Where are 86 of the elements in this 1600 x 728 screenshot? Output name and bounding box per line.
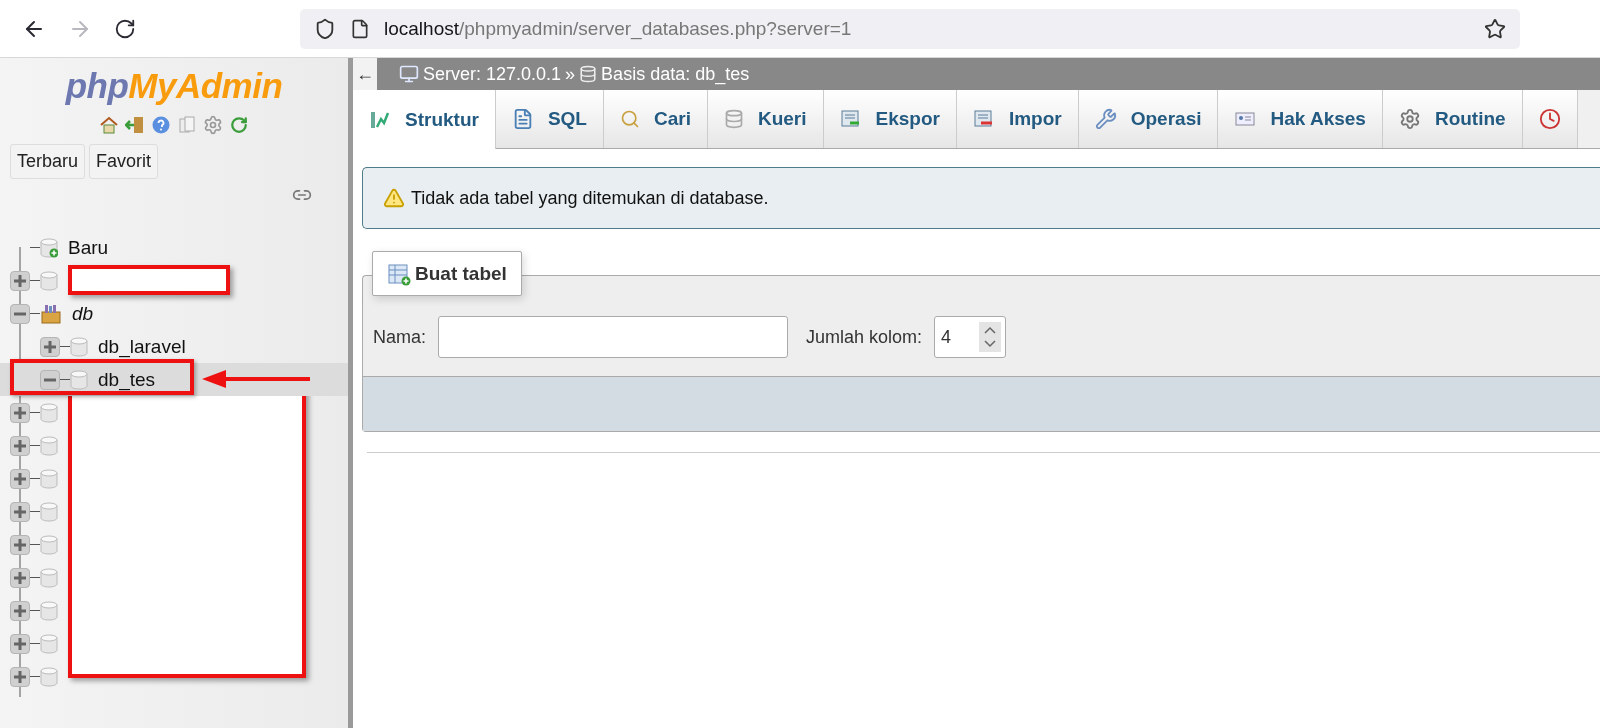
- plus-icon: [13, 636, 27, 651]
- sidebar-tab-button[interactable]: Favorit: [89, 144, 159, 179]
- database-icon: [40, 534, 58, 555]
- column-count-input[interactable]: 4: [934, 316, 1007, 358]
- table-add-icon: [387, 261, 411, 286]
- export-icon: [839, 108, 862, 130]
- page-icon: [350, 18, 370, 39]
- database-icon: [40, 501, 58, 522]
- tab[interactable]: Routine: [1382, 90, 1523, 148]
- search-icon: [619, 109, 640, 129]
- stepper-arrows-icon[interactable]: [979, 322, 1002, 352]
- clock-icon: [1538, 108, 1561, 130]
- database-name[interactable]: db_laravel: [98, 335, 186, 358]
- database-icon: [40, 600, 58, 621]
- plus-icon: [43, 339, 57, 354]
- plus-icon: [13, 504, 27, 519]
- database-name[interactable]: db: [72, 302, 94, 325]
- name-input[interactable]: [438, 316, 788, 358]
- breadcrumb-database[interactable]: Basis data: db_tes: [601, 63, 750, 85]
- wrench-icon: [1094, 108, 1117, 130]
- database-icon: [70, 336, 88, 357]
- exit-door-icon[interactable]: [124, 114, 146, 136]
- notice-text: Tidak ada tabel yang ditemukan di database.: [411, 187, 769, 209]
- database-icon: [40, 270, 58, 291]
- create-table-button[interactable]: Buat tabel: [372, 251, 522, 296]
- database-icon: [579, 65, 598, 83]
- plus-icon: [13, 570, 27, 585]
- expand-button[interactable]: [10, 468, 30, 489]
- collapse-button[interactable]: [40, 369, 60, 390]
- breadcrumb-separator: »: [565, 63, 576, 85]
- expand-button[interactable]: [10, 435, 30, 456]
- reload-icon: [114, 17, 136, 40]
- expand-button[interactable]: [40, 336, 60, 357]
- box-icon: [40, 302, 62, 325]
- import-icon: [972, 108, 995, 130]
- plus-icon: [13, 471, 27, 486]
- plus-icon: [13, 603, 27, 618]
- column-count-label: Jumlah kolom:: [806, 326, 923, 348]
- database-icon: [40, 402, 58, 423]
- expand-button[interactable]: [10, 534, 30, 555]
- tab[interactable]: Cari: [603, 90, 708, 148]
- breadcrumb-server[interactable]: Server: 127.0.0.1: [423, 63, 562, 85]
- tab[interactable]: Impor: [956, 90, 1079, 148]
- expand-button[interactable]: [10, 633, 30, 654]
- address-bar[interactable]: localhost/phpmyadmin/server_databases.php?server=1: [300, 8, 1520, 49]
- tab[interactable]: SQL: [495, 90, 604, 148]
- plus-icon: [13, 405, 27, 420]
- home-icon[interactable]: [98, 114, 120, 136]
- gears-icon: [1398, 108, 1421, 130]
- reload-icon[interactable]: [228, 114, 250, 136]
- collapse-sidebar-button[interactable]: ←: [353, 58, 377, 90]
- plus-icon: [13, 537, 27, 552]
- sidebar-tab-button[interactable]: Terbaru: [10, 144, 86, 179]
- tab[interactable]: Ekspor: [823, 90, 957, 148]
- help-icon[interactable]: [150, 114, 172, 136]
- database-icon: [40, 567, 58, 588]
- expand-button[interactable]: [10, 402, 30, 423]
- expand-button[interactable]: [10, 600, 30, 621]
- server-icon: [399, 64, 419, 84]
- database-name[interactable]: db_tes: [98, 368, 156, 391]
- database-icon: [70, 369, 88, 390]
- collapse-button[interactable]: [10, 303, 30, 324]
- new-database-link[interactable]: Baru: [68, 236, 109, 259]
- plus-icon: [13, 669, 27, 684]
- tab[interactable]: Struktur: [353, 90, 496, 149]
- star-icon[interactable]: [1484, 17, 1506, 40]
- expand-button[interactable]: [10, 270, 30, 291]
- database-icon: [40, 633, 58, 654]
- expand-button[interactable]: [10, 501, 30, 522]
- tab[interactable]: Kueri: [707, 90, 824, 148]
- database-icon: [40, 666, 58, 687]
- plus-icon: [13, 273, 27, 288]
- name-label: Nama:: [373, 326, 426, 348]
- shield-icon: [314, 17, 336, 40]
- expand-button[interactable]: [10, 567, 30, 588]
- tab[interactable]: Hak Akses: [1218, 90, 1383, 148]
- tab[interactable]: Operasi: [1078, 90, 1219, 148]
- database-icon: [40, 468, 58, 489]
- database-icon: [40, 435, 58, 456]
- database-icon: [723, 109, 744, 129]
- database-icon: [40, 237, 58, 258]
- warning-icon: [383, 187, 405, 209]
- logo[interactable]: phpMyAdmin: [65, 66, 283, 106]
- tab[interactable]: [1522, 90, 1578, 148]
- plus-icon: [13, 438, 27, 453]
- expand-button[interactable]: [10, 666, 30, 687]
